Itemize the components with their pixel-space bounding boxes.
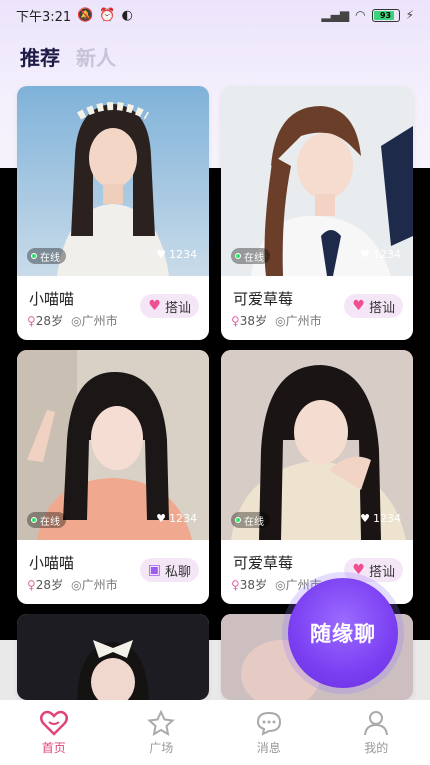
like-count: ♥ 1234 (156, 248, 197, 261)
top-tabs: 推荐 新人 (20, 42, 116, 71)
profile-card[interactable]: 在线 ♥ 1234 可爱草莓 ♀38岁 ◎广州市 ♥ 搭讪 (221, 86, 413, 340)
profile-name: 可爱草莓 (233, 554, 294, 572)
online-dot-icon (235, 253, 241, 259)
online-dot-icon (31, 517, 37, 523)
message-icon (256, 711, 281, 736)
profile-card[interactable]: 在线 ♥ 1234 可爱草莓 ♀38岁 ◎广州市 ♥ 搭讪 (221, 350, 413, 604)
profile-name: 小喵喵 (29, 290, 75, 308)
online-badge: 在线 (231, 248, 270, 264)
online-dot-icon (235, 517, 241, 523)
heart-home-icon (39, 710, 68, 736)
random-chat-button[interactable]: 随缘聊 (288, 578, 398, 688)
online-badge: 在线 (27, 248, 66, 264)
nav-square[interactable]: 广场 (126, 709, 196, 756)
age-icon: ♀ (27, 578, 36, 592)
age-icon: ♀ (231, 578, 240, 592)
greet-button[interactable]: ♥ 搭讪 (140, 294, 199, 318)
heart-icon: ♥ (352, 298, 365, 314)
status-time: 下午3:21 (16, 9, 72, 25)
like-count: ♥ 1234 (156, 512, 197, 525)
chat-icon: ▣ (147, 562, 161, 578)
online-badge: 在线 (231, 512, 270, 528)
charging-icon: ⚡ (405, 8, 414, 22)
app-notification-icon: ◐ (121, 7, 133, 23)
profile-card-partial[interactable] (17, 614, 209, 700)
age-icon: ♀ (231, 314, 240, 328)
profile-card[interactable]: 在线 ♥ 1234 小喵喵 ♀28岁 ◎广州市 ▣ 私聊 (17, 350, 209, 604)
profile-card[interactable]: 在线 ♥ 1234 小喵喵 ♀28岁 ◎广州市 ♥ 搭讪 (17, 86, 209, 340)
alarm-icon: ⏰ (99, 7, 116, 23)
location-icon: ◎ (71, 578, 82, 592)
mute-icon: 🔕 (77, 7, 94, 23)
profile-name: 小喵喵 (29, 554, 75, 572)
wifi-icon: ◠ (355, 8, 366, 22)
tab-recommend[interactable]: 推荐 (20, 42, 60, 71)
profile-name: 可爱草莓 (233, 290, 294, 308)
heart-outline-icon: ♥ (156, 512, 166, 525)
heart-outline-icon: ♥ (360, 248, 370, 261)
profile-meta: ♀28岁 ◎广州市 (27, 314, 118, 328)
heart-outline-icon: ♥ (156, 248, 166, 261)
age-icon: ♀ (27, 314, 36, 328)
private-chat-button[interactable]: ▣ 私聊 (139, 558, 199, 582)
like-count: ♥ 1234 (360, 248, 401, 261)
profile-photo[interactable] (17, 614, 209, 700)
heart-icon: ♥ (148, 298, 161, 314)
location-icon: ◎ (71, 314, 82, 328)
bottom-nav: 首页 广场 消息 我的 (0, 700, 430, 765)
random-chat-label: 随缘聊 (310, 622, 376, 646)
online-dot-icon (31, 253, 37, 259)
nav-messages[interactable]: 消息 (234, 710, 304, 756)
tab-newcomers[interactable]: 新人 (76, 42, 116, 71)
location-icon: ◎ (275, 578, 286, 592)
greet-button[interactable]: ♥ 搭讪 (344, 294, 403, 318)
heart-icon: ♥ (352, 562, 365, 578)
signal-icon: ▂▄▆ (321, 8, 350, 22)
person-icon (364, 710, 389, 735)
nav-profile[interactable]: 我的 (341, 710, 411, 756)
like-count: ♥ 1234 (360, 512, 401, 525)
nav-home[interactable]: 首页 (19, 710, 89, 756)
star-icon (147, 709, 176, 736)
location-icon: ◎ (275, 314, 286, 328)
profile-meta: ♀38岁 ◎广州市 (231, 314, 322, 328)
battery-icon: 93 (371, 8, 400, 22)
online-badge: 在线 (27, 512, 66, 528)
profile-meta: ♀28岁 ◎广州市 (27, 578, 118, 592)
status-bar: 下午3:21 🔕 ⏰ ◐ ▂▄▆ ◠ 93 ⚡ (0, 0, 430, 30)
heart-outline-icon: ♥ (360, 512, 370, 525)
